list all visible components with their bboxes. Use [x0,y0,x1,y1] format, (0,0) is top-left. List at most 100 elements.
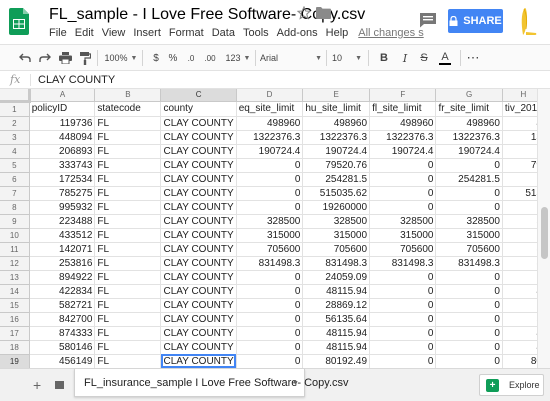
vertical-scrollbar[interactable] [537,89,550,368]
table-cell[interactable]: 190724.4 [236,144,304,159]
column-header-d[interactable]: D [236,89,304,102]
table-cell[interactable]: 995932 [29,200,96,215]
row-number[interactable]: 15 [0,298,30,313]
table-cell[interactable]: CLAY COUNTY [160,312,237,327]
table-cell[interactable]: 253816 [29,256,96,271]
table-cell[interactable]: 0 [369,354,437,368]
table-cell[interactable]: 119736 [29,116,96,131]
column-header-b[interactable]: B [94,89,162,102]
table-cell[interactable]: 0 [236,298,304,313]
table-cell[interactable]: 0 [435,326,503,341]
chevron-down-icon[interactable]: ▼ [292,380,299,387]
table-cell[interactable]: 223488 [29,214,96,229]
menu-format[interactable]: Format [169,27,204,40]
number-format-select[interactable]: 123 ▼ [225,50,251,66]
font-size-select[interactable]: 10 ▼ [332,50,362,66]
table-cell[interactable]: 1322376.3 [302,130,371,145]
row-number[interactable]: 13 [0,270,30,285]
table-cell[interactable]: 831498.3 [302,256,371,271]
table-cell[interactable]: 0 [435,312,503,327]
table-cell[interactable]: FL [94,256,162,271]
table-cell[interactable]: 0 [236,172,304,187]
table-cell[interactable]: 0 [236,186,304,201]
table-cell[interactable]: 0 [236,326,304,341]
row-number[interactable]: 12 [0,256,30,271]
table-cell[interactable]: 206893 [29,144,96,159]
row-number[interactable]: 9 [0,214,30,229]
table-cell[interactable]: 0 [369,340,437,355]
table-cell[interactable]: 0 [236,270,304,285]
table-cell[interactable]: 315000 [302,228,371,243]
column-header-f[interactable]: F [369,89,437,102]
table-cell[interactable]: 1322376.3 [369,130,437,145]
table-cell[interactable]: 19260000 [302,200,371,215]
row-number[interactable]: 3 [0,130,30,145]
table-cell[interactable]: 79520.76 [302,158,371,173]
table-cell[interactable]: 0 [435,284,503,299]
table-cell[interactable]: CLAY COUNTY [160,130,237,145]
folder-icon[interactable] [316,7,331,19]
sheets-logo-icon[interactable] [9,8,29,35]
table-cell[interactable]: 448094 [29,130,96,145]
table-cell[interactable]: CLAY COUNTY [160,186,237,201]
zoom-select[interactable]: 100% ▼ [104,50,138,66]
redo-button[interactable] [38,50,52,66]
table-cell[interactable]: 254281.5 [435,172,503,187]
table-cell[interactable]: FL [94,214,162,229]
table-cell[interactable]: 48115.94 [302,326,371,341]
row-number[interactable]: 1 [0,101,30,117]
table-cell[interactable]: 0 [435,158,503,173]
table-cell[interactable]: 1322376.3 [435,130,503,145]
table-cell[interactable]: 580146 [29,340,96,355]
row-number[interactable]: 8 [0,200,30,215]
table-cell[interactable]: 0 [369,312,437,327]
table-cell[interactable]: 0 [369,326,437,341]
table-cell[interactable]: CLAY COUNTY [160,214,237,229]
menu-addons[interactable]: Add-ons [277,27,318,40]
table-cell[interactable]: 190724.4 [302,144,371,159]
all-sheets-icon[interactable] [55,381,64,389]
table-cell[interactable]: 0 [435,200,503,215]
table-cell[interactable]: 333743 [29,158,96,173]
row-number[interactable]: 14 [0,284,30,299]
avatar[interactable] [514,7,540,37]
row-number[interactable]: 18 [0,340,30,355]
table-cell[interactable]: 0 [369,172,437,187]
table-cell[interactable]: 0 [369,298,437,313]
menu-insert[interactable]: Insert [133,27,161,40]
table-cell[interactable]: 0 [236,340,304,355]
table-cell[interactable]: 0 [236,284,304,299]
scrollbar-thumb[interactable] [541,207,548,259]
table-cell[interactable]: 705600 [369,242,437,257]
row-number[interactable]: 6 [0,172,30,187]
header-cell[interactable]: eq_site_limit [236,101,304,117]
table-cell[interactable]: 0 [435,340,503,355]
table-cell[interactable]: 0 [369,200,437,215]
table-cell[interactable]: 0 [435,270,503,285]
percent-format-button[interactable]: % [167,50,179,66]
table-cell[interactable]: 0 [435,186,503,201]
table-cell[interactable]: 328500 [236,214,304,229]
table-cell[interactable]: CLAY COUNTY [160,200,237,215]
table-cell[interactable]: 0 [369,284,437,299]
table-cell[interactable]: 0 [236,354,304,368]
table-cell[interactable]: FL [94,172,162,187]
table-cell[interactable]: 48115.94 [302,284,371,299]
row-number[interactable]: 2 [0,116,30,131]
table-cell[interactable]: 24059.09 [302,270,371,285]
italic-button[interactable]: I [399,50,411,66]
row-number[interactable]: 17 [0,326,30,341]
menu-view[interactable]: View [102,27,126,40]
table-cell[interactable]: CLAY COUNTY [160,354,237,368]
table-cell[interactable]: FL [94,186,162,201]
add-sheet-button[interactable]: + [33,378,41,392]
row-number[interactable]: 4 [0,144,30,159]
header-cell[interactable]: hu_site_limit [302,101,371,117]
table-cell[interactable]: FL [94,116,162,131]
row-number[interactable]: 19 [0,354,30,368]
table-cell[interactable]: FL [94,326,162,341]
table-cell[interactable]: FL [94,144,162,159]
table-cell[interactable]: FL [94,242,162,257]
table-cell[interactable]: 422834 [29,284,96,299]
table-cell[interactable]: CLAY COUNTY [160,326,237,341]
